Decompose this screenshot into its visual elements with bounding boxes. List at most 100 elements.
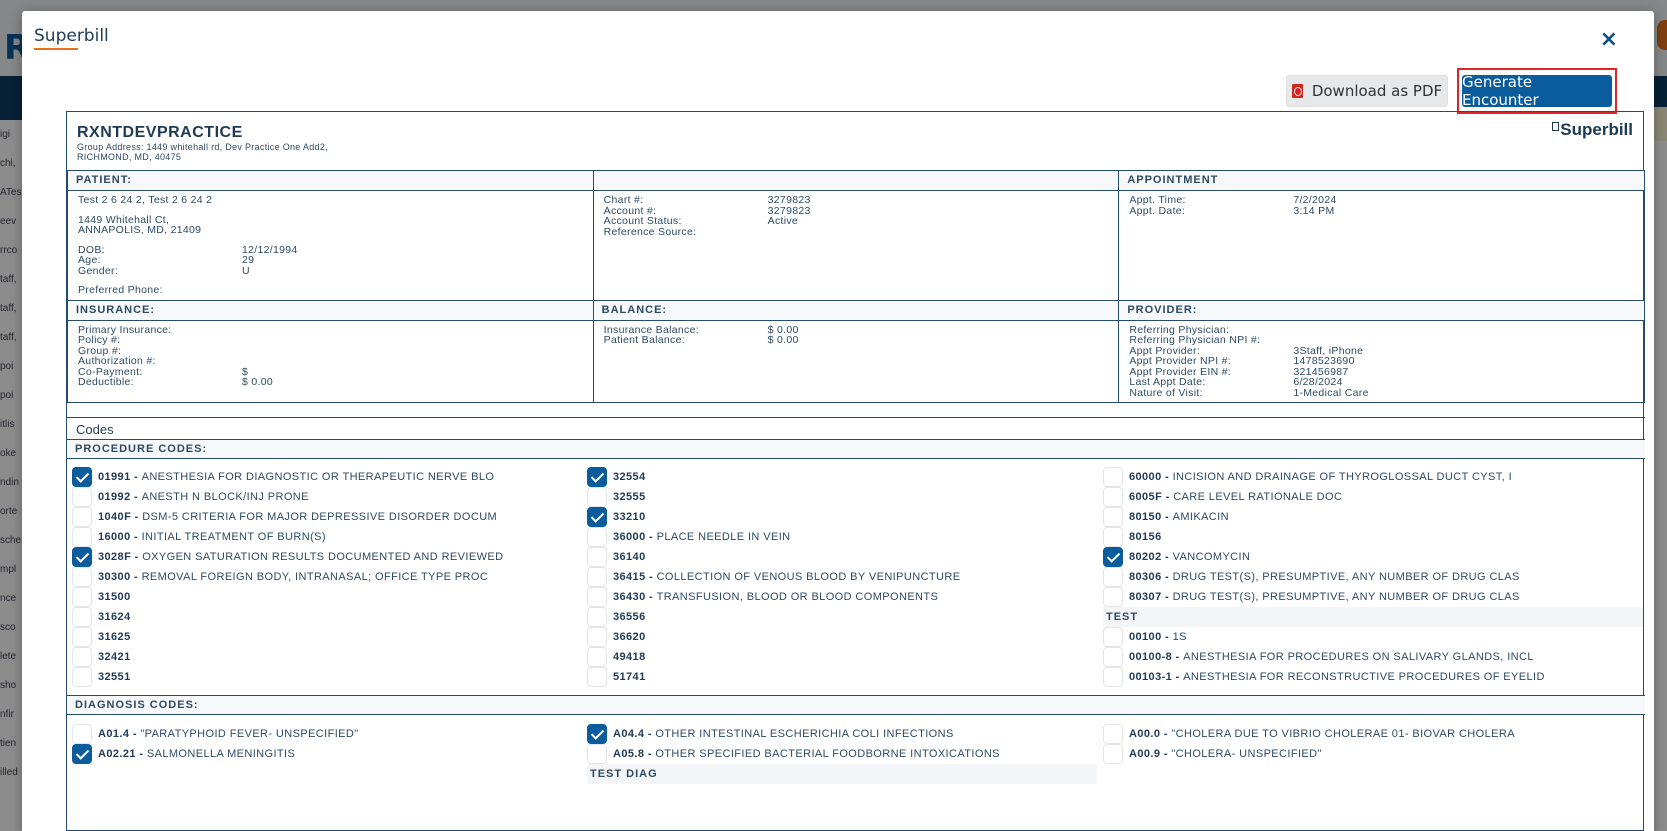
code-row[interactable]: 36430 - TRANSFUSION, BLOOD OR BLOOD COMP… xyxy=(587,587,1097,607)
checkbox[interactable] xyxy=(587,607,607,627)
gender-value: U xyxy=(242,264,250,277)
checkbox-checked[interactable] xyxy=(72,467,92,487)
checkbox[interactable] xyxy=(72,507,92,527)
code-description: COLLECTION OF VENOUS BLOOD BY VENIPUNCTU… xyxy=(656,571,961,583)
diagnosis-codes-header: DIAGNOSIS CODES: xyxy=(67,695,1645,715)
checkbox[interactable] xyxy=(1103,487,1123,507)
checkbox-checked[interactable] xyxy=(587,467,607,487)
checkbox[interactable] xyxy=(72,587,92,607)
checkbox[interactable] xyxy=(72,527,92,547)
close-icon[interactable]: × xyxy=(1600,27,1618,52)
checkbox[interactable] xyxy=(72,607,92,627)
checkbox-checked[interactable] xyxy=(587,724,607,744)
checkbox[interactable] xyxy=(72,627,92,647)
checkbox[interactable] xyxy=(587,647,607,667)
code-row[interactable]: 3028F - OXYGEN SATURATION RESULTS DOCUME… xyxy=(72,547,582,567)
checkbox-checked[interactable] xyxy=(72,744,92,764)
code-row[interactable]: 6005F - CARE LEVEL RATIONALE DOC xyxy=(1103,487,1643,507)
code-row[interactable]: 49418 xyxy=(587,647,1097,667)
code-row[interactable]: 16000 - INITIAL TREATMENT OF BURN(S) xyxy=(72,527,582,547)
provider-cell: Referring Physician: Referring Physician… xyxy=(1118,319,1645,403)
code-row[interactable]: 32421 xyxy=(72,647,582,667)
code-value: 36430 xyxy=(613,591,646,603)
checkbox[interactable] xyxy=(1103,647,1123,667)
checkbox[interactable] xyxy=(587,744,607,764)
sheet-title-text: Superbill xyxy=(1560,120,1633,139)
checkbox[interactable] xyxy=(1103,467,1123,487)
code-row[interactable]: 30300 - REMOVAL FOREIGN BODY, INTRANASAL… xyxy=(72,567,582,587)
code-separator: - xyxy=(1161,471,1173,483)
checkbox[interactable] xyxy=(587,547,607,567)
code-row[interactable]: 31624 xyxy=(72,607,582,627)
code-row[interactable]: 36140 xyxy=(587,547,1097,567)
checkbox[interactable] xyxy=(587,567,607,587)
generate-encounter-button[interactable]: Generate Encounter xyxy=(1462,73,1612,109)
code-row[interactable]: 60000 - INCISION AND DRAINAGE OF THYROGL… xyxy=(1103,467,1643,487)
code-row[interactable]: 80202 - VANCOMYCIN xyxy=(1103,547,1643,567)
code-row[interactable]: 36415 - COLLECTION OF VENOUS BLOOD BY VE… xyxy=(587,567,1097,587)
checkbox[interactable] xyxy=(1103,587,1123,607)
code-row[interactable]: 33210 xyxy=(587,507,1097,527)
checkbox-checked[interactable] xyxy=(1103,547,1123,567)
checkbox-checked[interactable] xyxy=(72,547,92,567)
checkbox[interactable] xyxy=(1103,724,1123,744)
code-row[interactable]: 01992 - ANESTH N BLOCK/INJ PRONE xyxy=(72,487,582,507)
code-description: REMOVAL FOREIGN BODY, INTRANASAL; OFFICE… xyxy=(141,571,489,583)
checkbox[interactable] xyxy=(587,627,607,647)
download-pdf-button[interactable]: Download as PDF xyxy=(1286,75,1448,107)
code-value: 60000 xyxy=(1129,471,1162,483)
code-description: DRUG TEST(S), PRESUMPTIVE, ANY NUMBER OF… xyxy=(1172,591,1520,603)
code-row[interactable]: 32554 xyxy=(587,467,1097,487)
codes-label: Codes xyxy=(76,422,114,437)
checkbox[interactable] xyxy=(587,667,607,687)
code-row[interactable]: 31625 xyxy=(72,627,582,647)
code-row[interactable]: A00.9 - "CHOLERA- UNSPECIFIED" xyxy=(1103,744,1613,764)
code-row[interactable]: 80306 - DRUG TEST(S), PRESUMPTIVE, ANY N… xyxy=(1103,567,1643,587)
code-row[interactable]: 00103-1 - ANESTHESIA FOR RECONSTRUCTIVE … xyxy=(1103,667,1643,687)
checkbox[interactable] xyxy=(1103,567,1123,587)
code-separator: - xyxy=(130,531,142,543)
code-row[interactable]: A00.0 - "CHOLERA DUE TO VIBRIO CHOLERAE … xyxy=(1103,724,1613,744)
gender-label: Gender: xyxy=(78,264,119,277)
checkbox[interactable] xyxy=(72,647,92,667)
code-row[interactable]: A04.4 - OTHER INTESTINAL ESCHERICHIA COL… xyxy=(587,724,1097,744)
checkbox[interactable] xyxy=(1103,667,1123,687)
code-row[interactable]: 00100 - 1S xyxy=(1103,627,1643,647)
checkbox[interactable] xyxy=(1103,507,1123,527)
code-row[interactable]: 31500 xyxy=(72,587,582,607)
checkbox[interactable] xyxy=(72,667,92,687)
code-row[interactable]: 32551 xyxy=(72,667,582,687)
code-row[interactable]: 00100-8 - ANESTHESIA FOR PROCEDURES ON S… xyxy=(1103,647,1643,667)
checkbox[interactable] xyxy=(587,587,607,607)
code-value: 16000 xyxy=(98,531,131,543)
code-row[interactable]: 36620 xyxy=(587,627,1097,647)
checkbox[interactable] xyxy=(1103,627,1123,647)
code-row[interactable]: 32555 xyxy=(587,487,1097,507)
code-row[interactable]: A01.4 - "PARATYPHOID FEVER- UNSPECIFIED" xyxy=(72,724,582,744)
code-row[interactable]: 36000 - PLACE NEEDLE IN VEIN xyxy=(587,527,1097,547)
balance-cell: Insurance Balance: $ 0.00 Patient Balance… xyxy=(592,319,1120,403)
checkbox[interactable] xyxy=(72,567,92,587)
checkbox[interactable] xyxy=(72,487,92,507)
code-value: 36140 xyxy=(613,551,646,563)
code-row[interactable]: A05.8 - OTHER SPECIFIED BACTERIAL FOODBO… xyxy=(587,744,1097,764)
code-description: "CHOLERA DUE TO VIBRIO CHOLERAE 01- BIOV… xyxy=(1171,728,1515,740)
checkbox[interactable] xyxy=(587,527,607,547)
code-row[interactable]: 80307 - DRUG TEST(S), PRESUMPTIVE, ANY N… xyxy=(1103,587,1643,607)
checkbox[interactable] xyxy=(1103,744,1123,764)
practice-address: Group Address: 1449 whitehall rd, Dev Pr… xyxy=(77,142,328,162)
checkbox-checked[interactable] xyxy=(587,507,607,527)
checkbox[interactable] xyxy=(72,724,92,744)
sheet-title: Superbill xyxy=(1552,120,1633,140)
checkbox[interactable] xyxy=(587,487,607,507)
checkbox[interactable] xyxy=(1103,527,1123,547)
code-row[interactable]: 36556 xyxy=(587,607,1097,627)
code-row[interactable]: 80156 xyxy=(1103,527,1643,547)
code-row[interactable]: 01991 - ANESTHESIA FOR DIAGNOSTIC OR THE… xyxy=(72,467,582,487)
code-row[interactable]: A02.21 - SALMONELLA MENINGITIS xyxy=(72,744,582,764)
code-row[interactable]: 80150 - AMIKACIN xyxy=(1103,507,1643,527)
code-row[interactable]: 1040F - DSM-5 CRITERIA FOR MAJOR DEPRESS… xyxy=(72,507,582,527)
code-row[interactable]: 51741 xyxy=(587,667,1097,687)
code-value: 49418 xyxy=(613,651,646,663)
code-value: A02.21 xyxy=(98,748,136,760)
